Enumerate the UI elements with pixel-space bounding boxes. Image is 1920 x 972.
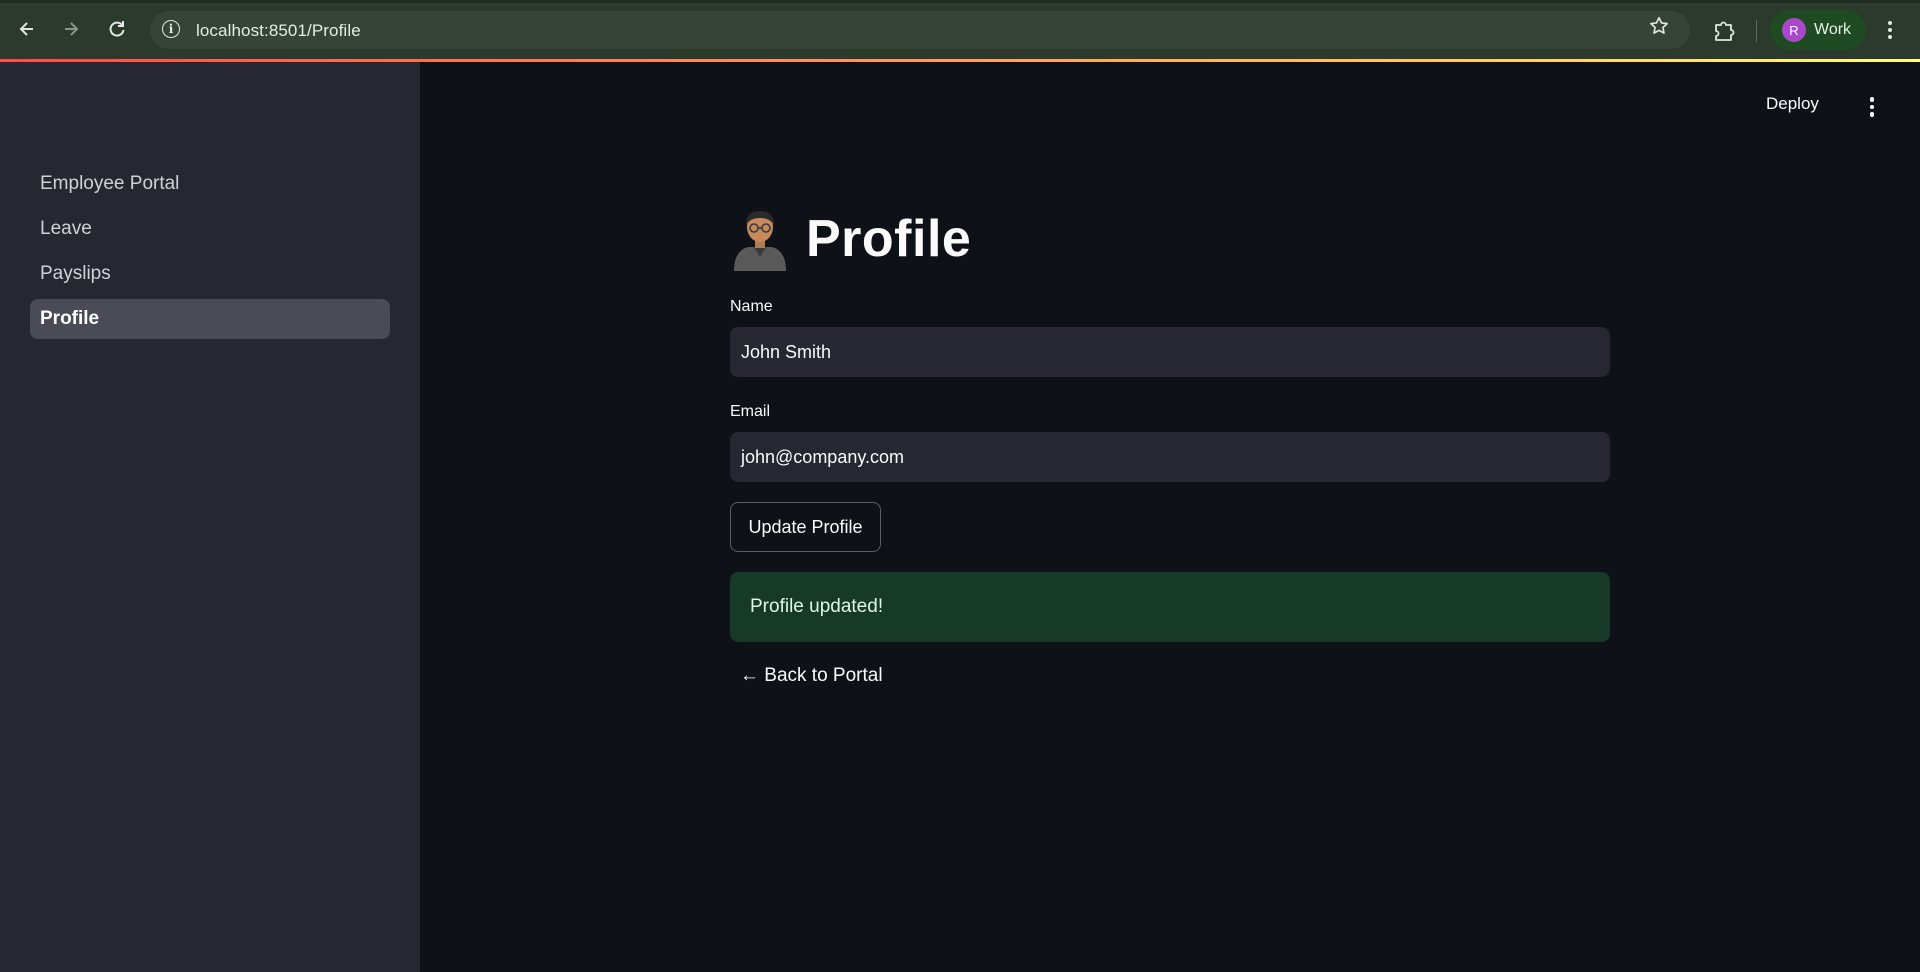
sidebar-item-employee-portal[interactable]: Employee Portal [30,164,390,204]
sidebar-item-profile[interactable]: Profile [30,299,390,339]
sidebar-item-payslips[interactable]: Payslips [30,254,390,294]
sidebar: Employee Portal Leave Payslips Profile [0,62,420,972]
deploy-button[interactable]: Deploy [1766,94,1819,114]
browser-toolbar: i localhost:8501/Profile R Work [0,0,1920,62]
success-message: Profile updated! [750,596,884,617]
back-arrow-icon[interactable] [12,14,42,44]
office-worker-icon [734,211,786,271]
update-profile-button[interactable]: Update Profile [730,502,881,552]
browser-profile-button[interactable]: R Work [1770,10,1866,50]
site-info-icon[interactable]: i [162,20,180,38]
email-label: Email [730,403,771,420]
forward-arrow-icon[interactable] [56,14,86,44]
url-text[interactable]: localhost:8501/Profile [196,21,361,41]
profile-avatar: R [1782,18,1806,42]
extensions-puzzle-icon[interactable] [1711,17,1737,43]
name-field[interactable]: John Smith [730,327,1610,377]
page-title-row: Profile [730,204,971,274]
back-to-portal-link[interactable]: ← Back to Portal [740,665,883,687]
profile-label: Work [1814,21,1852,38]
email-field[interactable]: john@company.com [730,432,1610,482]
bookmark-star-icon[interactable] [1648,15,1670,45]
reload-icon[interactable] [102,14,132,44]
success-alert: Profile updated! [730,572,1610,642]
more-vert-icon[interactable] [1880,15,1900,45]
address-bar[interactable]: i localhost:8501/Profile [150,11,1690,49]
main-content [420,62,1920,972]
page-title: Profile [806,210,972,268]
sidebar-item-leave[interactable]: Leave [30,209,390,249]
app-menu-icon[interactable] [1862,96,1882,118]
browser-tab-strip [0,0,1920,3]
name-label: Name [730,298,773,315]
toolbar-divider [1756,20,1757,42]
